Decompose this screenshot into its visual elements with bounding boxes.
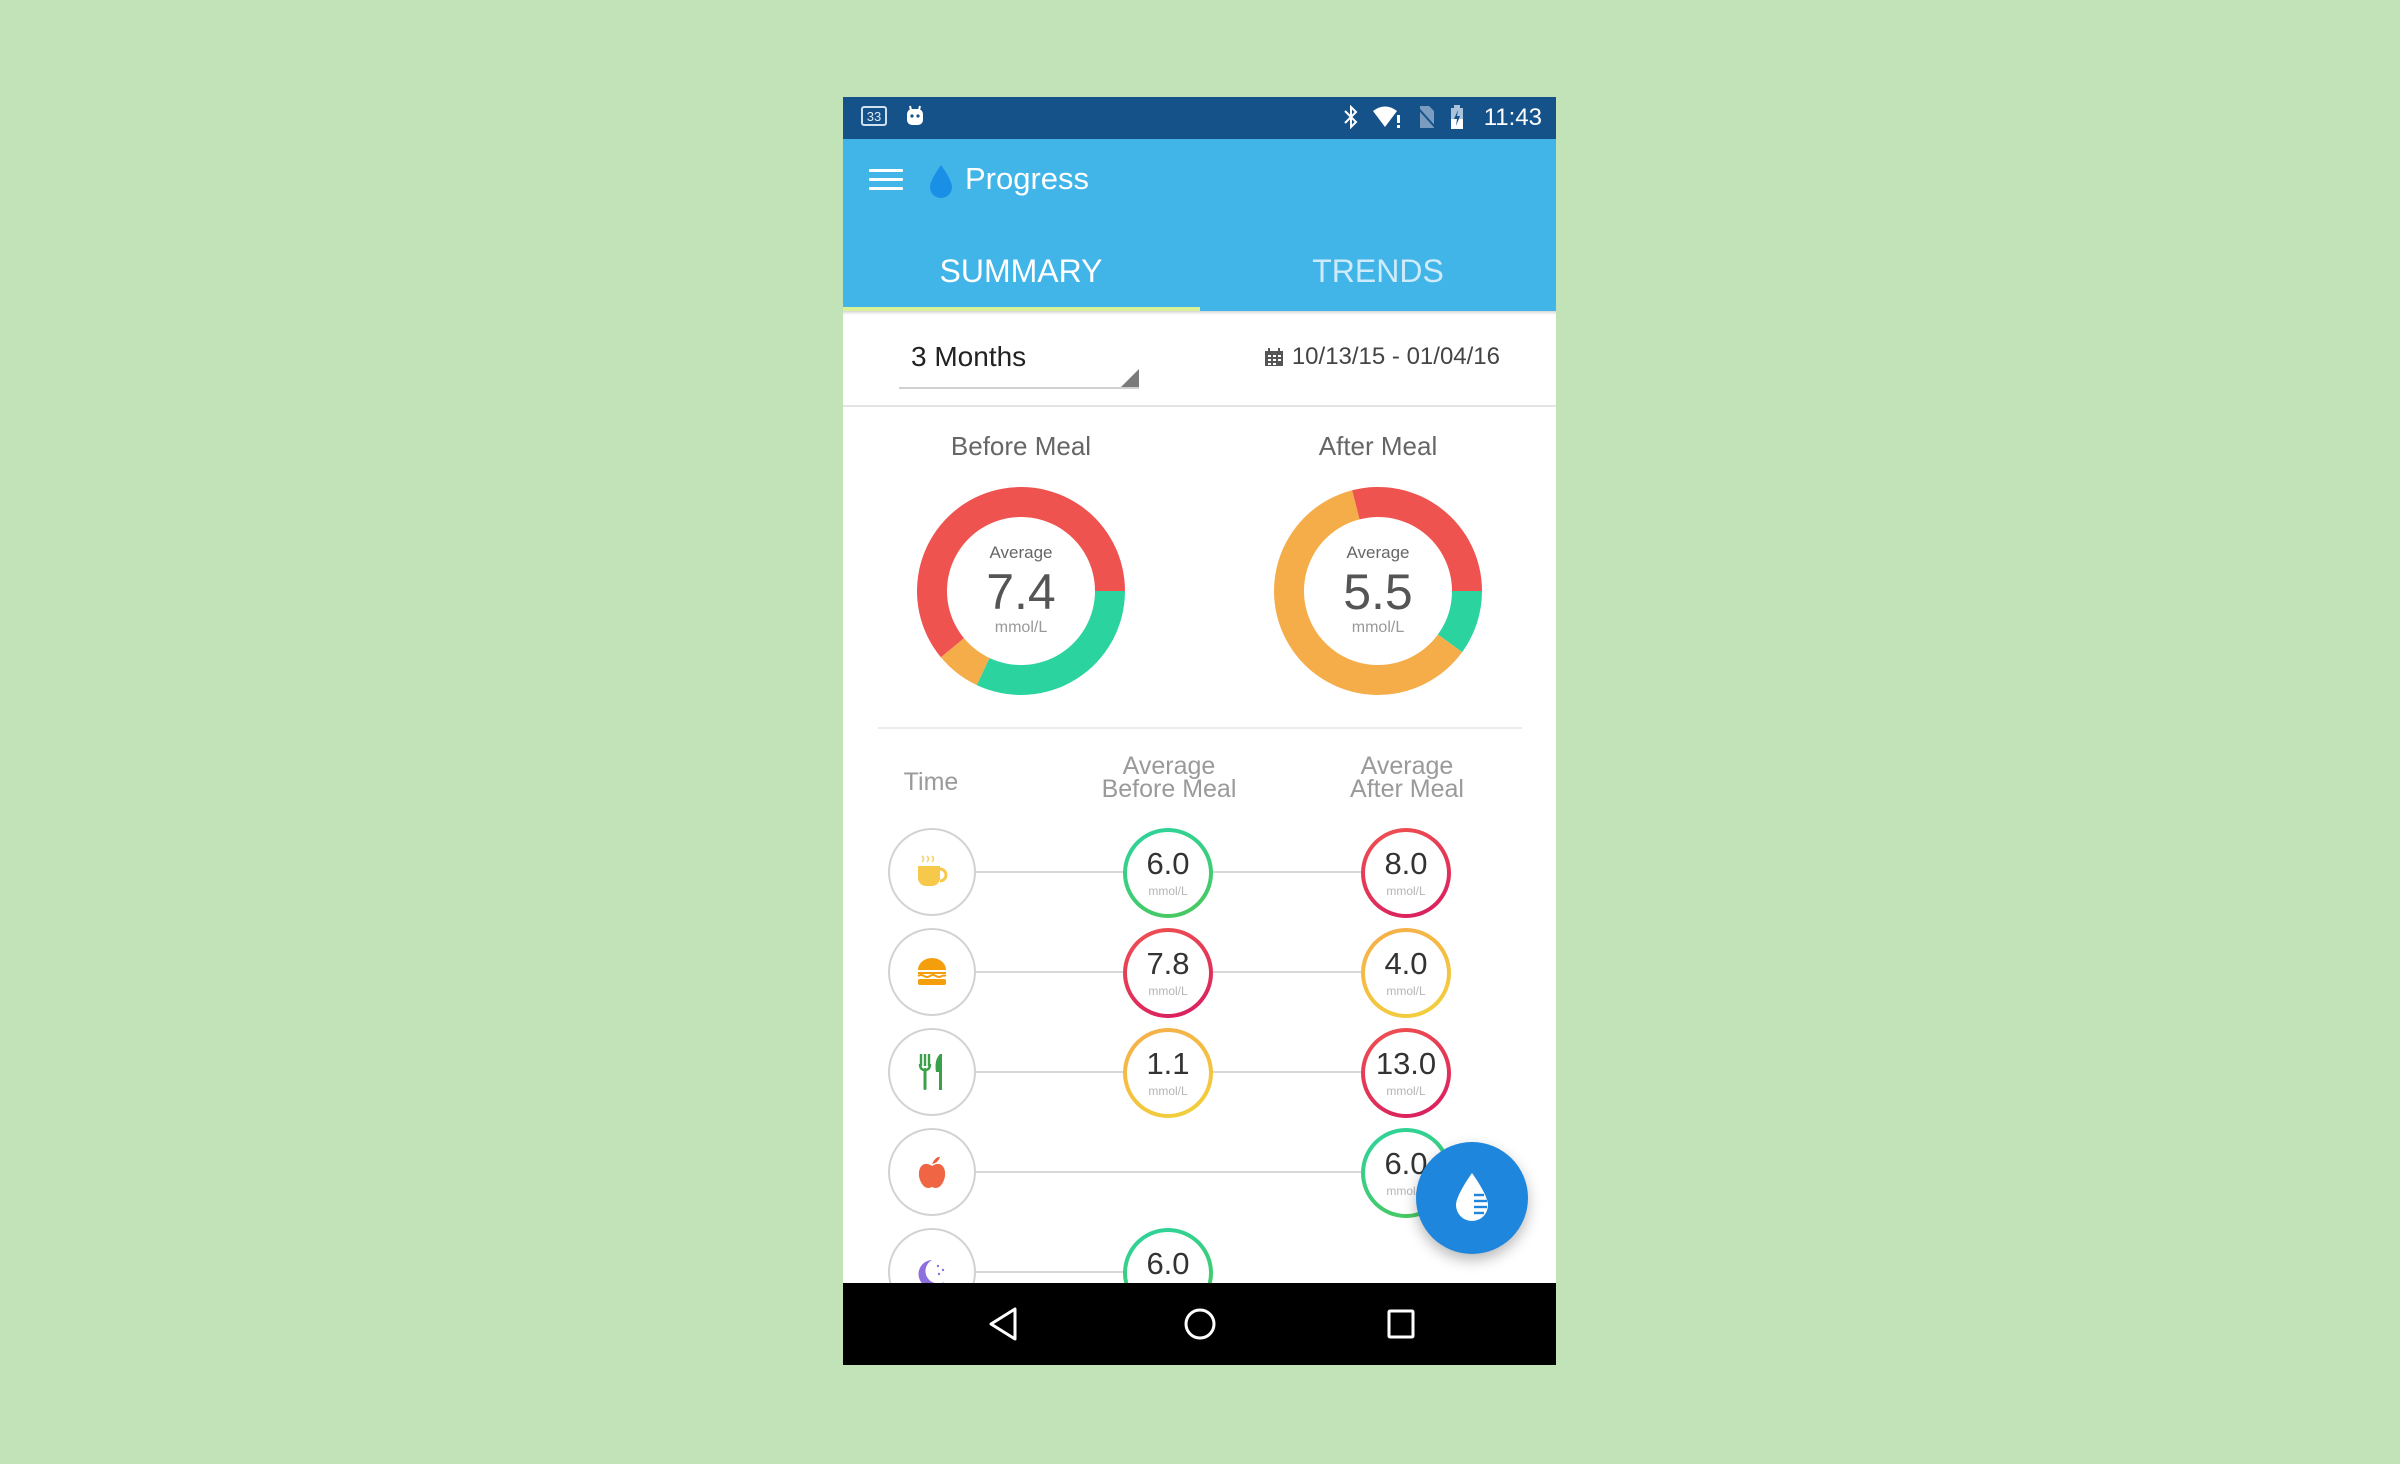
tab-summary[interactable]: SUMMARY xyxy=(843,231,1199,311)
apple-icon xyxy=(918,1156,946,1188)
value-unit: mmol/L xyxy=(1386,1084,1426,1098)
tab-trends[interactable]: TRENDS xyxy=(1200,231,1556,311)
value-unit: mmol/L xyxy=(1148,984,1188,998)
coffee-cup-icon xyxy=(918,855,948,886)
status-time: 11:43 xyxy=(1483,104,1542,131)
average-label: Average xyxy=(1346,543,1410,562)
value-unit: mmol/L xyxy=(1148,884,1188,898)
recents-icon[interactable] xyxy=(1383,1305,1419,1343)
time-breakfast[interactable] xyxy=(888,828,976,916)
section-divider xyxy=(878,727,1522,729)
header-time: Time xyxy=(903,768,959,796)
after-meal-title: After Meal xyxy=(1318,431,1438,461)
fork-knife-icon xyxy=(918,1054,942,1090)
burger-icon xyxy=(917,958,947,985)
value-number: 7.8 xyxy=(1146,946,1190,981)
before-meal-title: Before Meal xyxy=(950,431,1092,461)
value-number: 6.0 xyxy=(1146,1246,1190,1281)
filter-divider xyxy=(843,405,1556,407)
average-label: Average xyxy=(989,543,1053,562)
status-bar: 33 11:43 xyxy=(843,97,1556,139)
value-number: 6.0 xyxy=(1146,846,1190,881)
value-number: 4.0 xyxy=(1384,946,1428,981)
android-icon xyxy=(907,105,923,125)
value-unit: mmol/L xyxy=(1148,1084,1188,1098)
add-blood-glucose-drop-icon xyxy=(1456,1173,1488,1221)
filter-row: 3 Months 10/13/15 - 01/04/16 xyxy=(843,315,1556,405)
average-unit: mmol/L xyxy=(1351,619,1405,636)
time-lunch[interactable] xyxy=(888,928,976,1016)
table-row: 6.0 mmol/L 8.0 mmol/L xyxy=(843,822,1556,922)
after-meal-value[interactable]: 4.0 mmol/L xyxy=(1361,928,1451,1018)
header-line: After Meal xyxy=(1350,775,1464,803)
after-meal-value[interactable]: 8.0 mmol/L xyxy=(1361,828,1451,918)
after-meal-value[interactable]: 13.0 mmol/L xyxy=(1361,1028,1451,1118)
time-dinner[interactable] xyxy=(888,1028,976,1116)
bluetooth-icon xyxy=(1344,105,1358,129)
value-number: 13.0 xyxy=(1375,1046,1437,1081)
back-icon[interactable] xyxy=(985,1305,1021,1343)
period-selected-value: 3 Months xyxy=(911,341,1027,372)
calendar-icon xyxy=(1264,348,1283,366)
before-meal-value[interactable]: 6.0 mmol/L xyxy=(1123,828,1213,918)
table-row: 7.8 mmol/L 4.0 mmol/L xyxy=(843,922,1556,1022)
average-unit: mmol/L xyxy=(994,619,1048,636)
header-avg-after-meal: Average After Meal xyxy=(1327,754,1487,803)
value-unit: mmol/L xyxy=(1386,984,1426,998)
header-avg-before-meal: Average Before Meal xyxy=(1089,754,1249,803)
home-icon[interactable] xyxy=(1181,1305,1219,1343)
battery-charging-icon xyxy=(1451,105,1463,129)
row-connector xyxy=(973,1271,1133,1273)
average-value: 5.5 xyxy=(1343,564,1413,620)
system-nav-bar xyxy=(843,1283,1556,1365)
phone-screen: 33 11:43 Progress SUMMARY TRENDS 3 Month… xyxy=(843,97,1556,1365)
before-meal-value[interactable]: 1.1 mmol/L xyxy=(1123,1028,1213,1118)
app-title: Progress xyxy=(965,161,1090,196)
row-connector xyxy=(973,1171,1413,1173)
notification-count-icon: 33 xyxy=(861,106,887,126)
value-number: 1.1 xyxy=(1146,1046,1190,1081)
value-number: 8.0 xyxy=(1384,846,1428,881)
after-meal-average: Average 5.5 mmol/L xyxy=(1270,483,1486,699)
table-row: 1.1 mmol/L 13.0 mmol/L xyxy=(843,1022,1556,1122)
no-sim-icon xyxy=(1416,106,1436,128)
before-meal-value[interactable]: 7.8 mmol/L xyxy=(1123,928,1213,1018)
header-line: Before Meal xyxy=(1101,775,1237,803)
date-range-text: 10/13/15 - 01/04/16 xyxy=(1291,343,1500,370)
time-snack[interactable] xyxy=(888,1128,976,1216)
period-dropdown[interactable]: 3 Months xyxy=(899,331,1139,389)
before-meal-average: Average 7.4 mmol/L xyxy=(913,483,1129,699)
add-reading-fab[interactable] xyxy=(1416,1142,1528,1254)
hamburger-menu-icon[interactable] xyxy=(869,169,903,193)
date-range[interactable]: 10/13/15 - 01/04/16 xyxy=(1264,343,1500,371)
value-unit: mmol/L xyxy=(1386,884,1426,898)
wifi-alert-icon xyxy=(1373,106,1400,128)
average-value: 7.4 xyxy=(986,564,1056,620)
water-drop-icon xyxy=(930,165,952,198)
dropdown-corner-icon xyxy=(1121,369,1139,387)
app-bar: Progress SUMMARY TRENDS xyxy=(843,139,1556,311)
